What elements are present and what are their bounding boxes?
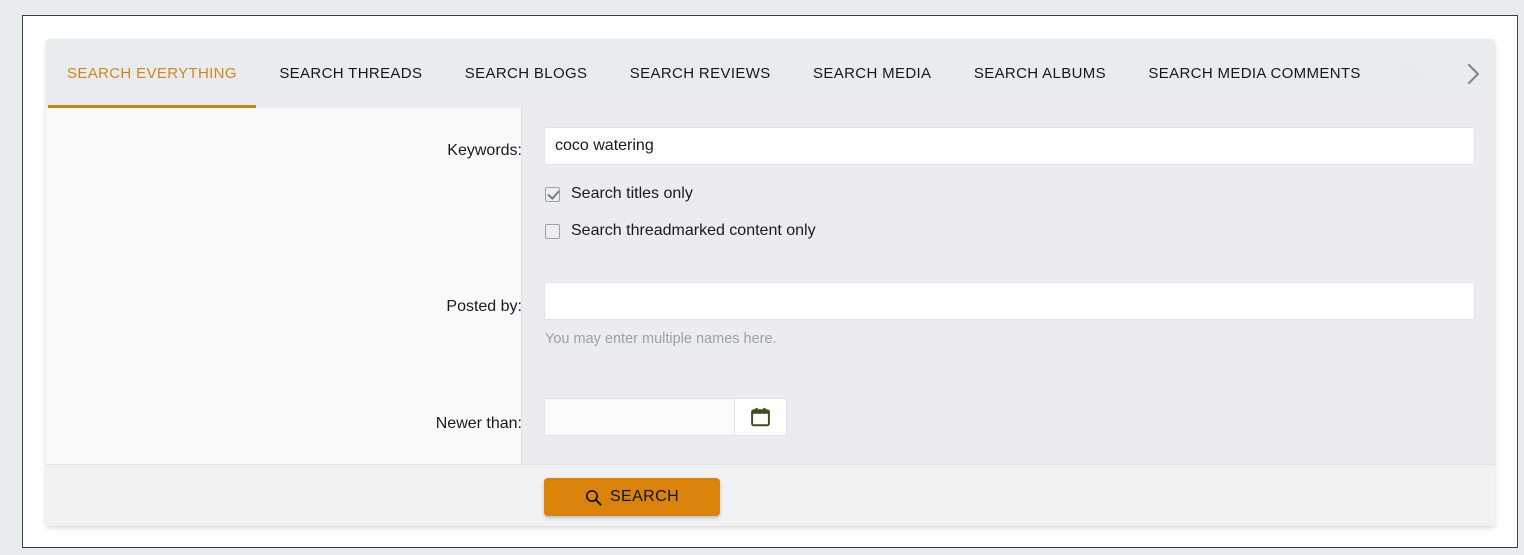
tab-search-reviews[interactable]: Search reviews [611, 39, 790, 108]
calendar-icon[interactable] [734, 399, 786, 435]
checkbox-box-threadmarked-only[interactable] [545, 223, 560, 239]
tab-search-media[interactable]: Search media [794, 39, 950, 108]
form-label-rail [46, 108, 522, 464]
search-tab-strip[interactable]: Search everything Search threads Search … [46, 39, 1495, 108]
checkbox-box-titles-only[interactable] [545, 186, 560, 202]
search-form-footer: Search [46, 464, 1495, 526]
tab-search-everything[interactable]: Search everything [48, 39, 256, 108]
posted-by-hint: You may enter multiple names here. [545, 331, 777, 347]
newer-than-input[interactable] [545, 399, 734, 435]
search-form-body: Keywords: Search titles only Search thre… [46, 108, 1495, 464]
search-icon [585, 489, 602, 506]
checkbox-label-threadmarked-only: Search threadmarked content only [571, 222, 816, 239]
keywords-label: Keywords: [447, 142, 522, 159]
advanced-search-card: Search everything Search threads Search … [46, 39, 1495, 526]
newer-than-label: Newer than: [435, 415, 522, 432]
tab-search-threads[interactable]: Search threads [260, 39, 441, 108]
search-button-label: Search [609, 488, 680, 505]
chevron-right-icon[interactable] [1451, 39, 1495, 108]
keywords-input[interactable] [544, 127, 1475, 165]
checkbox-label-titles-only: Search titles only [571, 185, 693, 202]
posted-by-label: Posted by: [446, 298, 522, 315]
tab-search-blogs[interactable]: Search blogs [446, 39, 607, 108]
tab-search-overflow-partial[interactable]: SE [1384, 39, 1443, 108]
posted-by-input[interactable] [544, 282, 1475, 320]
checkbox-search-titles-only[interactable]: Search titles only [545, 185, 693, 203]
tab-search-albums[interactable]: Search albums [955, 39, 1125, 108]
browser-page-frame: Search everything Search threads Search … [22, 15, 1518, 548]
newer-than-date-group[interactable] [544, 398, 787, 436]
tab-search-media-comments[interactable]: Search media comments [1129, 39, 1379, 108]
checkbox-search-threadmarked-only[interactable]: Search threadmarked content only [545, 222, 816, 240]
search-button[interactable]: Search [544, 478, 720, 516]
